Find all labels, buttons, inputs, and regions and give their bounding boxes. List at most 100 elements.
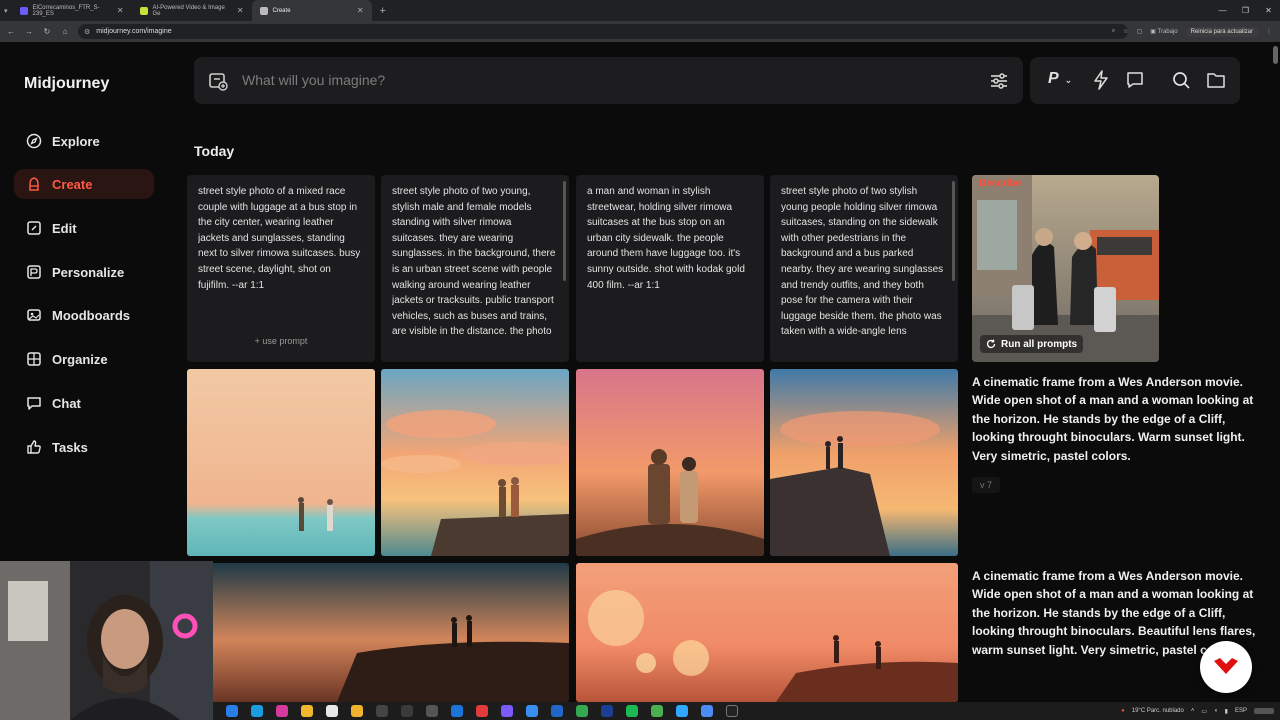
restart-update-button[interactable]: Reinicia para actualizar <box>1185 26 1258 37</box>
taskbar-app-icon[interactable] <box>676 705 688 717</box>
minimize-icon[interactable]: — <box>1211 0 1234 21</box>
browser-tab-1[interactable]: ElCorrecaminos_FTR_S-239_ES ✕ <box>12 0 132 21</box>
reload-icon[interactable]: ↻ <box>42 27 52 36</box>
taskbar-app-icon[interactable] <box>601 705 613 717</box>
prompt-card[interactable]: street style photo of two young, stylish… <box>381 175 569 362</box>
generated-image[interactable] <box>770 369 958 556</box>
folder-icon[interactable] <box>1207 70 1225 90</box>
network-icon[interactable]: ▭ <box>1201 708 1207 715</box>
taskbar-app-icon[interactable] <box>501 705 513 717</box>
settings-sliders-icon[interactable] <box>989 71 1009 91</box>
browser-tabbar: ▾ ElCorrecaminos_FTR_S-239_ES ✕ AI-Power… <box>0 0 1280 21</box>
tray-chevron-icon[interactable]: ˄ <box>1191 708 1195 714</box>
taskbar-app-icon[interactable] <box>551 705 563 717</box>
sidebar-item-organize[interactable]: Organize <box>14 344 154 374</box>
card-scrollbar[interactable] <box>563 181 566 281</box>
brand-logo[interactable]: Midjourney <box>24 75 109 93</box>
taskbar-app-icon[interactable] <box>701 705 713 717</box>
language-indicator[interactable]: ESP <box>1235 708 1247 714</box>
site-info-icon[interactable]: ⚙ <box>84 28 90 36</box>
generated-image[interactable] <box>381 369 569 556</box>
sidebar-item-chat[interactable]: Chat <box>14 388 154 418</box>
taskbar-app-icon[interactable] <box>351 705 363 717</box>
clock[interactable] <box>1254 708 1274 714</box>
new-tab-icon[interactable]: + <box>372 5 386 17</box>
generated-image[interactable] <box>187 563 569 702</box>
run-all-prompts-button[interactable]: Run all prompts <box>980 335 1084 353</box>
volume-icon[interactable]: ◖ <box>1214 708 1218 714</box>
system-tray: ● 19°C Parc. nublado ˄ ▭ ◖ ▮ ESP <box>1121 702 1274 720</box>
battery-icon[interactable]: ▮ <box>1225 708 1228 715</box>
tab-title: AI-Powered Video & Image Ge <box>152 4 225 17</box>
taskbar-app-icon[interactable] <box>326 705 338 717</box>
chevron-down-icon: ⌄ <box>1064 75 1073 85</box>
sidebar-item-create[interactable]: Create <box>14 169 154 199</box>
chat-bubble-icon[interactable] <box>1126 70 1144 90</box>
taskbar-app-icon[interactable] <box>226 705 238 717</box>
prompt-text: a man and woman in stylish streetwear, h… <box>587 186 745 291</box>
sidebar-item-explore[interactable]: Explore <box>14 126 154 156</box>
prompt-card[interactable]: street style photo of a mixed race coupl… <box>187 175 375 362</box>
taskbar-app-icon[interactable] <box>726 705 738 717</box>
generation-prompt[interactable]: A cinematic frame from a Wes Anderson mo… <box>972 373 1257 465</box>
taskbar-app-icon[interactable] <box>451 705 463 717</box>
forward-icon[interactable]: → <box>24 27 34 36</box>
menu-dots-icon[interactable]: ⋮ <box>1266 28 1272 35</box>
taskbar-app-icon[interactable] <box>576 705 588 717</box>
section-title-today: Today <box>194 143 235 159</box>
floating-logo-button[interactable] <box>1200 641 1252 693</box>
describe-source-image[interactable] <box>972 175 1159 362</box>
search-icon[interactable] <box>1172 70 1190 90</box>
personalize-toggle[interactable]: P ⌄ <box>1048 70 1072 88</box>
generated-image[interactable] <box>187 369 375 556</box>
tab-menu-icon[interactable]: ▾ <box>0 7 12 15</box>
prompt-text: street style photo of two stylish young … <box>781 186 944 338</box>
generated-image[interactable] <box>576 369 764 556</box>
sidebar-item-label: Moodboards <box>52 307 130 323</box>
edit-icon <box>27 221 41 235</box>
zoom-icon[interactable]: ⌕ <box>1112 28 1115 35</box>
browser-tab-2[interactable]: AI-Powered Video & Image Ge ✕ <box>132 0 252 21</box>
close-window-icon[interactable]: ✕ <box>1257 0 1280 21</box>
taskbar-app-icon[interactable] <box>476 705 488 717</box>
page-scrollbar[interactable] <box>1273 46 1278 64</box>
close-icon[interactable]: ✕ <box>117 6 124 15</box>
tab-title: ElCorrecaminos_FTR_S-239_ES <box>32 4 100 17</box>
close-icon[interactable]: ✕ <box>237 6 244 15</box>
back-icon[interactable]: ← <box>6 27 16 36</box>
taskbar-app-icon[interactable] <box>626 705 638 717</box>
url-field[interactable]: ⚙ midjourney.com/imagine <box>78 24 1128 39</box>
tab-favicon-icon <box>139 6 148 15</box>
bookmark-star-icon[interactable]: ☆ <box>1123 28 1128 35</box>
lightning-icon[interactable] <box>1092 70 1110 90</box>
imagine-input[interactable] <box>242 69 942 91</box>
refresh-icon <box>986 339 996 349</box>
maximize-icon[interactable]: ❐ <box>1234 0 1257 21</box>
taskbar-app-icon[interactable] <box>526 705 538 717</box>
taskbar-app-icon[interactable] <box>401 705 413 717</box>
generated-image[interactable] <box>576 563 958 702</box>
home-icon[interactable]: ⌂ <box>60 27 70 36</box>
profile-label: Trabajo <box>1157 29 1178 35</box>
weather-text[interactable]: 19°C Parc. nublado <box>1132 708 1184 714</box>
sidebar-item-personalize[interactable]: Personalize <box>14 257 154 287</box>
taskbar-app-icon[interactable] <box>426 705 438 717</box>
prompt-text: street style photo of two young, stylish… <box>392 186 556 338</box>
taskbar-app-icon[interactable] <box>651 705 663 717</box>
card-scrollbar[interactable] <box>952 181 955 281</box>
taskbar-app-icon[interactable] <box>276 705 288 717</box>
sidebar-item-moodboards[interactable]: Moodboards <box>14 300 154 330</box>
sidebar-item-tasks[interactable]: Tasks <box>14 432 154 462</box>
profile-button[interactable]: ▣ Trabajo <box>1150 28 1177 35</box>
prompt-card[interactable]: a man and woman in stylish streetwear, h… <box>576 175 764 362</box>
add-image-icon[interactable] <box>208 71 228 91</box>
browser-tab-3[interactable]: Create ✕ <box>251 0 372 21</box>
extensions-icon[interactable]: ▢ <box>1137 28 1143 35</box>
sidebar-item-edit[interactable]: Edit <box>14 213 154 243</box>
taskbar-app-icon[interactable] <box>376 705 388 717</box>
taskbar-app-icon[interactable] <box>301 705 313 717</box>
use-prompt-button[interactable]: + use prompt <box>187 334 375 350</box>
taskbar-app-icon[interactable] <box>251 705 263 717</box>
prompt-card[interactable]: street style photo of two stylish young … <box>770 175 958 362</box>
close-icon[interactable]: ✕ <box>357 6 364 15</box>
